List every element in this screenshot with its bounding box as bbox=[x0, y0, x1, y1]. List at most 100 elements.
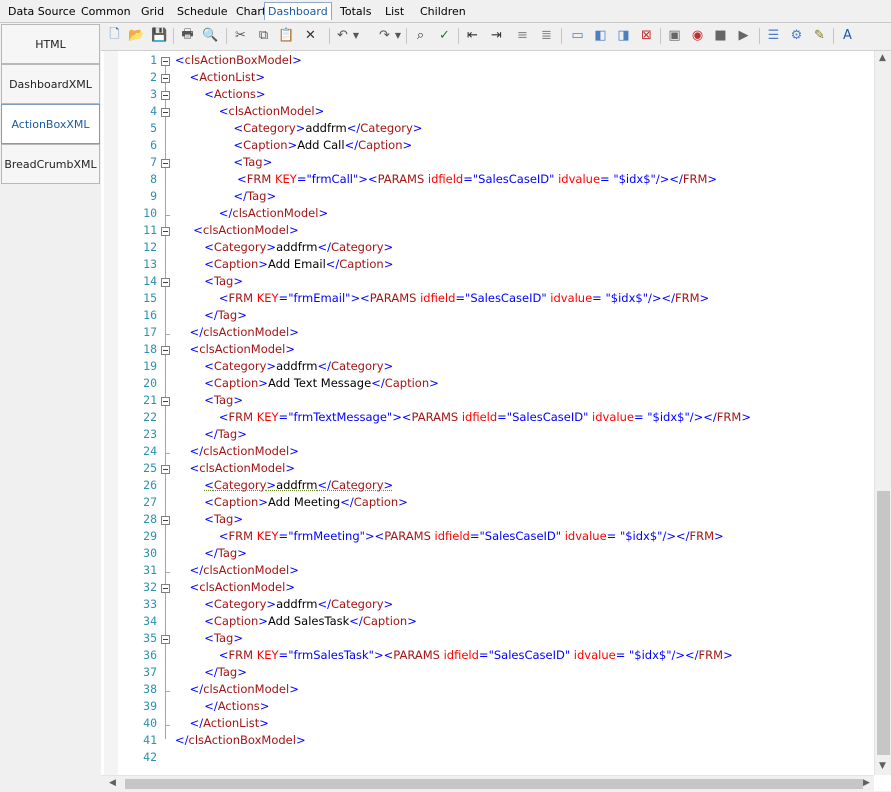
fold-toggle-icon[interactable] bbox=[161, 516, 170, 525]
redo-icon[interactable]: ↷ bbox=[375, 26, 394, 45]
vertical-scroll-thumb[interactable] bbox=[877, 491, 890, 755]
code-line[interactable]: </Tag> bbox=[175, 664, 247, 681]
print-preview-icon[interactable]: 🔍 bbox=[201, 26, 220, 45]
code-line[interactable]: <Tag> bbox=[175, 511, 243, 528]
save-icon[interactable]: 💾 bbox=[150, 26, 169, 45]
macro-stop-icon[interactable]: ■ bbox=[711, 26, 730, 45]
menu-item-chart[interactable]: Chart bbox=[236, 5, 266, 18]
bookmark-icon[interactable]: ▭ bbox=[568, 26, 587, 45]
horizontal-scrollbar[interactable]: ◀ ▶ bbox=[101, 775, 874, 792]
bookmark-next-icon[interactable]: ◨ bbox=[614, 26, 633, 45]
macro-icon[interactable]: ▣ bbox=[665, 26, 684, 45]
menu-item-schedule[interactable]: Schedule bbox=[177, 5, 228, 18]
code-line[interactable]: </Tag> bbox=[175, 426, 247, 443]
code-line[interactable]: <clsActionModel> bbox=[175, 341, 295, 358]
nav-tab-actionboxxml[interactable]: ActionBoxXML bbox=[1, 104, 100, 144]
code-line[interactable]: <Tag> bbox=[175, 630, 243, 647]
menu-item-children[interactable]: Children bbox=[420, 5, 466, 18]
code-line[interactable]: <Tag> bbox=[175, 273, 243, 290]
bookmark-clear-icon[interactable]: ⊠ bbox=[637, 26, 656, 45]
nav-tab-html[interactable]: HTML bbox=[1, 24, 100, 64]
code-line[interactable]: <Tag> bbox=[175, 154, 273, 171]
cut-icon[interactable]: ✂ bbox=[231, 26, 250, 45]
outdent-icon[interactable]: ⇤ bbox=[463, 26, 482, 45]
code-line[interactable]: <clsActionModel> bbox=[175, 460, 295, 477]
menu-item-data-source[interactable]: Data Source bbox=[8, 5, 76, 18]
fold-toggle-icon[interactable] bbox=[161, 57, 170, 66]
properties-icon[interactable]: ☰ bbox=[764, 26, 783, 45]
delete-icon[interactable]: ✕ bbox=[301, 26, 320, 45]
indent-icon[interactable]: ⇥ bbox=[487, 26, 506, 45]
code-line[interactable]: <clsActionModel> bbox=[175, 222, 298, 239]
code-line[interactable]: <FRM KEY="frmCall"><PARAMS idfield="Sale… bbox=[175, 171, 717, 188]
print-icon[interactable]: 🖶 bbox=[178, 26, 197, 45]
scroll-down-arrow-icon[interactable]: ▼ bbox=[879, 761, 886, 771]
find-icon[interactable]: ⌕ bbox=[411, 26, 430, 45]
code-line[interactable]: </clsActionModel> bbox=[175, 562, 299, 579]
code-line[interactable]: <Category>addfrm</Category> bbox=[175, 596, 393, 613]
fold-toggle-icon[interactable] bbox=[161, 346, 170, 355]
code-line[interactable]: <Caption>Add Text Message</Caption> bbox=[175, 375, 439, 392]
fold-toggle-icon[interactable] bbox=[161, 91, 170, 100]
copy-icon[interactable]: ⧉ bbox=[254, 26, 273, 45]
fold-toggle-icon[interactable] bbox=[161, 108, 170, 117]
code-line[interactable]: <FRM KEY="frmTextMessage"><PARAMS idfiel… bbox=[175, 409, 751, 426]
fold-toggle-icon[interactable] bbox=[161, 397, 170, 406]
code-line[interactable]: <Category>addfrm</Category> bbox=[175, 120, 423, 137]
nav-tab-dashboardxml[interactable]: DashboardXML bbox=[1, 64, 100, 104]
macro-record-icon[interactable]: ◉ bbox=[688, 26, 707, 45]
dropdown-arrow-icon[interactable]: ▼ bbox=[351, 26, 361, 45]
fold-toggle-icon[interactable] bbox=[161, 584, 170, 593]
nav-tab-breadcrumbxml[interactable]: BreadCrumbXML bbox=[1, 144, 100, 184]
dropdown-arrow-icon[interactable]: ▼ bbox=[393, 26, 403, 45]
fold-toggle-icon[interactable] bbox=[161, 74, 170, 83]
fold-toggle-icon[interactable] bbox=[161, 278, 170, 287]
code-line[interactable]: </clsActionModel> bbox=[175, 443, 299, 460]
paste-icon[interactable]: 📋 bbox=[277, 26, 296, 45]
code-line[interactable]: <ActionList> bbox=[175, 69, 265, 86]
new-document-icon[interactable]: 🗋 bbox=[105, 26, 124, 45]
code-line[interactable]: <Caption>Add SalesTask</Caption> bbox=[175, 613, 417, 630]
bookmark-prev-icon[interactable]: ◧ bbox=[591, 26, 610, 45]
code-line[interactable]: <Category>addfrm</Category> bbox=[175, 239, 393, 256]
font-icon[interactable]: A bbox=[838, 26, 857, 45]
menu-item-grid[interactable]: Grid bbox=[141, 5, 164, 18]
scroll-right-arrow-icon[interactable]: ▶ bbox=[863, 778, 870, 788]
highlight-icon[interactable]: ✎ bbox=[810, 26, 829, 45]
scroll-up-arrow-icon[interactable]: ▲ bbox=[879, 53, 886, 63]
code-line[interactable]: <clsActionModel> bbox=[175, 103, 324, 120]
code-line[interactable]: <Caption>Add Call</Caption> bbox=[175, 137, 413, 154]
code-line[interactable]: </Tag> bbox=[175, 307, 247, 324]
code-line[interactable]: <clsActionModel> bbox=[175, 579, 295, 596]
code-line[interactable]: </clsActionModel> bbox=[175, 324, 299, 341]
format-icon[interactable]: ⚙ bbox=[787, 26, 806, 45]
fold-toggle-icon[interactable] bbox=[161, 635, 170, 644]
vertical-scrollbar[interactable]: ▲ ▼ bbox=[874, 51, 891, 775]
menu-item-dashboard[interactable]: Dashboard bbox=[264, 2, 332, 20]
code-line[interactable]: <Category>addfrm</Category> bbox=[175, 358, 393, 375]
code-line[interactable]: <Category>addfrm</Category> bbox=[175, 477, 393, 494]
code-line[interactable]: <clsActionBoxModel> bbox=[175, 52, 302, 69]
macro-play-icon[interactable]: ▶ bbox=[734, 26, 753, 45]
fold-toggle-icon[interactable] bbox=[161, 465, 170, 474]
code-line[interactable]: <Caption>Add Email</Caption> bbox=[175, 256, 393, 273]
menu-item-list[interactable]: List bbox=[385, 5, 404, 18]
menu-item-common[interactable]: Common bbox=[81, 5, 131, 18]
fold-toggle-icon[interactable] bbox=[161, 159, 170, 168]
scroll-left-arrow-icon[interactable]: ◀ bbox=[109, 778, 116, 788]
comment-icon[interactable]: ≡ bbox=[513, 26, 532, 45]
menu-item-totals[interactable]: Totals bbox=[340, 5, 371, 18]
uncomment-icon[interactable]: ≣ bbox=[537, 26, 556, 45]
spell-check-icon[interactable]: ✓ bbox=[435, 26, 454, 45]
code-line[interactable]: <FRM KEY="frmEmail"><PARAMS idfield="Sal… bbox=[175, 290, 709, 307]
code-line[interactable]: <Tag> bbox=[175, 392, 243, 409]
code-line[interactable]: </Actions> bbox=[175, 698, 269, 715]
code-area[interactable]: <clsActionBoxModel> <ActionList> <Action… bbox=[175, 51, 875, 775]
code-line[interactable]: <Actions> bbox=[175, 86, 265, 103]
code-line[interactable]: </ActionList> bbox=[175, 715, 269, 732]
code-line[interactable]: </Tag> bbox=[175, 545, 247, 562]
xml-editor[interactable]: 1 2 3 4 5 6 7 8 9 10 11 12 13 14 15 16 17 18 19 20 21 22 23 24 2… bbox=[101, 51, 891, 792]
code-line[interactable]: </clsActionBoxModel> bbox=[175, 732, 306, 749]
code-line[interactable]: <FRM KEY="frmMeeting"><PARAMS idfield="S… bbox=[175, 528, 724, 545]
fold-toggle-icon[interactable] bbox=[161, 227, 170, 236]
